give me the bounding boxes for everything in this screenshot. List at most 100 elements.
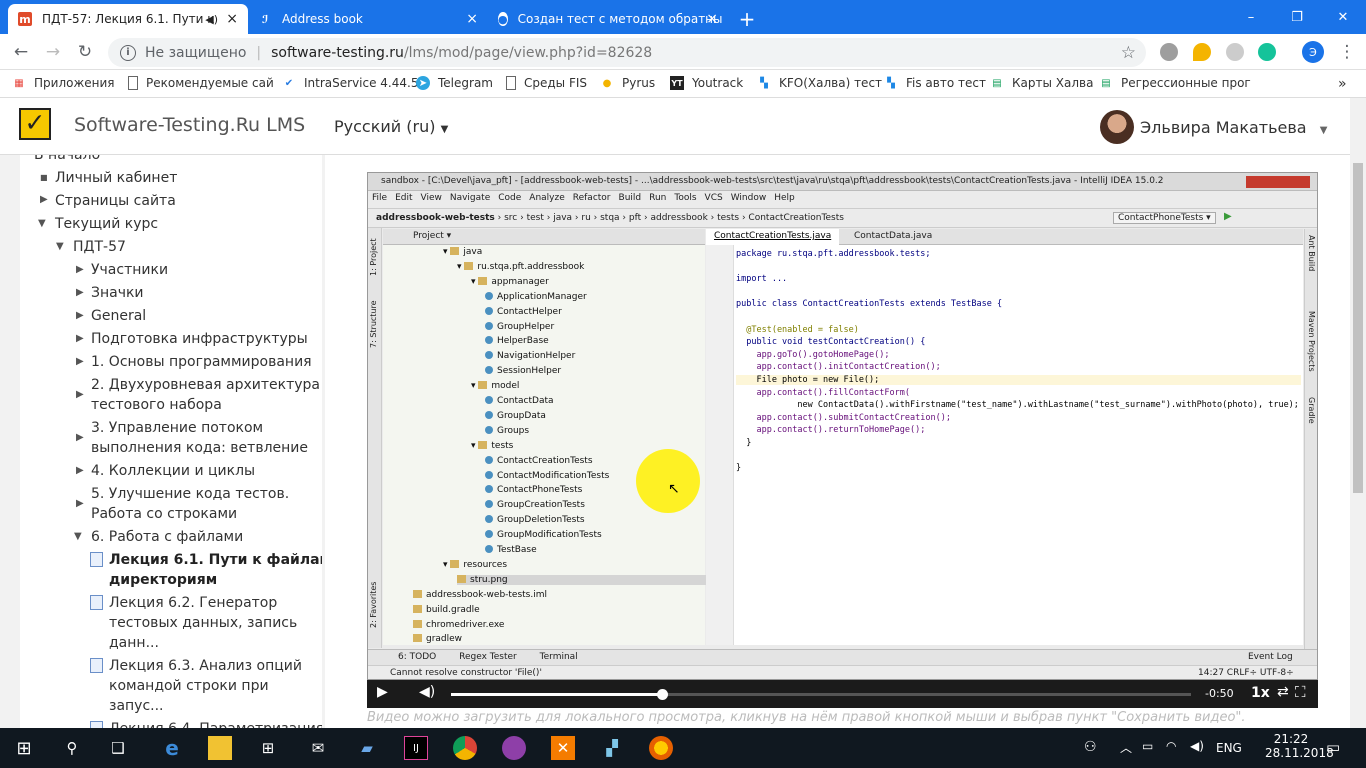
play-icon[interactable]: ▶	[377, 684, 397, 704]
bookmark-item[interactable]: Среды FIS	[506, 76, 587, 90]
user-menu[interactable]: Эльвира Макатьева ▼	[1140, 118, 1327, 137]
address-bar[interactable]: i Не защищено | software-testing.ru/lms/…	[108, 38, 1146, 67]
bookmark-item[interactable]: ▚ KFO(Халва) тест	[757, 76, 882, 90]
extension-icon[interactable]	[1160, 43, 1178, 61]
edge-icon[interactable]: e	[160, 736, 184, 760]
nav-item-home[interactable]: В начало	[34, 155, 100, 165]
back-button[interactable]: ←	[8, 40, 34, 64]
nav-item-lecture-6-2[interactable]: Лекция 6.2. Генератор тестовых данных, за…	[109, 593, 297, 653]
file-explorer-icon[interactable]	[208, 736, 232, 760]
nav-item-site-pages[interactable]: Страницы сайта	[55, 191, 176, 211]
bookmark-item[interactable]: ● Pyrus	[600, 76, 656, 90]
expand-arrow-icon[interactable]: ▶	[76, 356, 84, 367]
maximize-button[interactable]: ❐	[1274, 4, 1320, 30]
nav-item-lecture-6-3[interactable]: Лекция 6.3. Анализ опций командой строки …	[109, 656, 302, 716]
nav-item-section-1[interactable]: 1. Основы программирования	[91, 352, 312, 372]
new-tab-button[interactable]: +	[730, 4, 764, 34]
xampp-icon[interactable]: ✕	[551, 736, 575, 760]
forward-button[interactable]: →	[40, 40, 66, 64]
collapse-arrow-icon[interactable]: ▼	[38, 218, 46, 229]
minimize-button[interactable]: –	[1228, 4, 1274, 30]
profile-avatar[interactable]: Э	[1302, 41, 1324, 63]
nav-item-lecture-6-1[interactable]: Лекция 6.1. Пути к файлам и директориям	[109, 550, 322, 590]
nav-item-dashboard[interactable]: Личный кабинет	[55, 168, 177, 188]
bookmark-star-icon[interactable]: ☆	[1121, 43, 1136, 63]
gitkraken-icon[interactable]	[502, 736, 526, 760]
expand-arrow-icon[interactable]: ▶	[76, 389, 84, 400]
collapse-arrow-icon[interactable]: ▼	[56, 241, 64, 252]
network-app-icon[interactable]: ▰	[355, 736, 379, 760]
collapse-arrow-icon[interactable]: ▼	[74, 531, 82, 542]
notepad-icon[interactable]: ▞	[600, 736, 624, 760]
bookmark-item[interactable]: ✔ IntraService 4.44.5	[282, 76, 419, 90]
site-name[interactable]: Software-Testing.Ru LMS	[74, 114, 305, 136]
bookmark-item[interactable]: ▤ Регрессионные прог	[1099, 76, 1250, 90]
nav-item-section-6[interactable]: 6. Работа с файлами	[91, 527, 243, 547]
menu-icon[interactable]: ⋮	[1334, 40, 1360, 64]
nav-item-section-2[interactable]: 2. Двухуровневая архитектура тестового на…	[91, 375, 320, 415]
bookmarks-overflow-button[interactable]: »	[1338, 76, 1347, 92]
tray-chevron-icon[interactable]: ︿	[1120, 739, 1132, 756]
tab-github[interactable]: ● Создан тест с методом обратны ×	[488, 4, 728, 34]
windows-start-icon[interactable]: ⊞	[12, 736, 36, 760]
page-scrollbar[interactable]	[1350, 98, 1366, 728]
nav-item-section-4[interactable]: 4. Коллекции и циклы	[91, 461, 255, 481]
close-window-button[interactable]: ✕	[1320, 4, 1366, 30]
battery-icon[interactable]: ▭	[1142, 739, 1153, 753]
expand-arrow-icon[interactable]: ▶	[76, 465, 84, 476]
close-icon[interactable]: ×	[466, 11, 478, 27]
bookmark-item[interactable]: YT Youtrack	[670, 76, 743, 90]
task-view-icon[interactable]: ❑	[106, 736, 130, 760]
mute-icon[interactable]: ◀)	[205, 13, 218, 26]
fullscreen-icon[interactable]: ⛶	[1295, 683, 1306, 701]
video-progress-bar[interactable]	[451, 689, 1191, 700]
mail-icon[interactable]: ✉	[306, 736, 330, 760]
firefox-icon[interactable]	[649, 736, 673, 760]
pin-extension-icon[interactable]	[1193, 43, 1211, 61]
grammarly-icon[interactable]	[1258, 43, 1276, 61]
nav-item-participants[interactable]: Участники	[91, 260, 168, 280]
reload-button[interactable]: ↻	[72, 40, 98, 64]
bookmark-item[interactable]: ▤ Карты Халва	[990, 76, 1093, 90]
nav-item-infrastructure[interactable]: Подготовка инфраструктуры	[91, 329, 308, 349]
close-icon[interactable]: ×	[226, 11, 238, 27]
chrome-icon[interactable]	[453, 736, 477, 760]
input-language[interactable]: ENG	[1216, 741, 1242, 755]
scrollbar-thumb[interactable]	[1353, 163, 1363, 493]
nav-item-section-3[interactable]: 3. Управление потоком выполнения кода: ве…	[91, 418, 308, 458]
volume-icon[interactable]: ◀)	[1190, 739, 1204, 753]
language-menu[interactable]: Русский (ru) ▼	[334, 117, 448, 136]
bookmark-item[interactable]: ➤ Telegram	[416, 76, 493, 90]
wifi-icon[interactable]: ◠	[1166, 739, 1176, 753]
nav-item-lecture-6-4[interactable]: Лекция 6.4. Параметризация	[109, 719, 322, 728]
expand-arrow-icon[interactable]: ▶	[76, 264, 84, 275]
video-frame[interactable]: sandbox - [C:\Devel\java_pft] - [address…	[367, 172, 1318, 680]
expand-arrow-icon[interactable]: ▶	[76, 498, 84, 509]
expand-arrow-icon[interactable]: ▶	[40, 194, 48, 205]
clock[interactable]: 21:22 28.11.2018	[1265, 732, 1334, 760]
bookmark-item[interactable]: ▚ Fis авто тест	[884, 76, 986, 90]
nav-item-badges[interactable]: Значки	[91, 283, 144, 303]
extension-icon[interactable]	[1226, 43, 1244, 61]
expand-arrow-icon[interactable]: ▶	[76, 432, 84, 443]
bookmark-item[interactable]: ▦ Приложения	[12, 76, 114, 90]
video-progress-handle[interactable]	[656, 689, 668, 700]
expand-arrow-icon[interactable]: ▶	[76, 310, 84, 321]
checkmark-logo-icon[interactable]: ✓	[19, 108, 51, 140]
nav-item-general[interactable]: General	[91, 306, 146, 326]
settings-icon[interactable]: ⇄	[1277, 684, 1289, 700]
search-icon[interactable]: ⚲	[60, 736, 84, 760]
avatar[interactable]	[1100, 110, 1134, 144]
people-icon[interactable]: ⚇	[1084, 739, 1097, 755]
nav-item-current-course[interactable]: Текущий курс	[55, 214, 158, 234]
expand-arrow-icon[interactable]: ▶	[76, 287, 84, 298]
info-icon[interactable]: i	[120, 44, 136, 61]
intellij-idea-icon[interactable]: IJ	[404, 736, 428, 760]
expand-arrow-icon[interactable]: ▶	[76, 333, 84, 344]
tab-lecture[interactable]: m ПДТ-57: Лекция 6.1. Пути к ◀) ×	[8, 4, 248, 34]
bookmark-item[interactable]: Рекомендуемые сай	[128, 76, 274, 90]
volume-icon[interactable]: ◀)	[419, 684, 439, 704]
tab-address-book[interactable]: ℐ Address book ×	[248, 4, 488, 34]
nav-item-course[interactable]: ПДТ-57	[73, 237, 126, 257]
playback-speed-button[interactable]: 1x	[1251, 685, 1270, 701]
